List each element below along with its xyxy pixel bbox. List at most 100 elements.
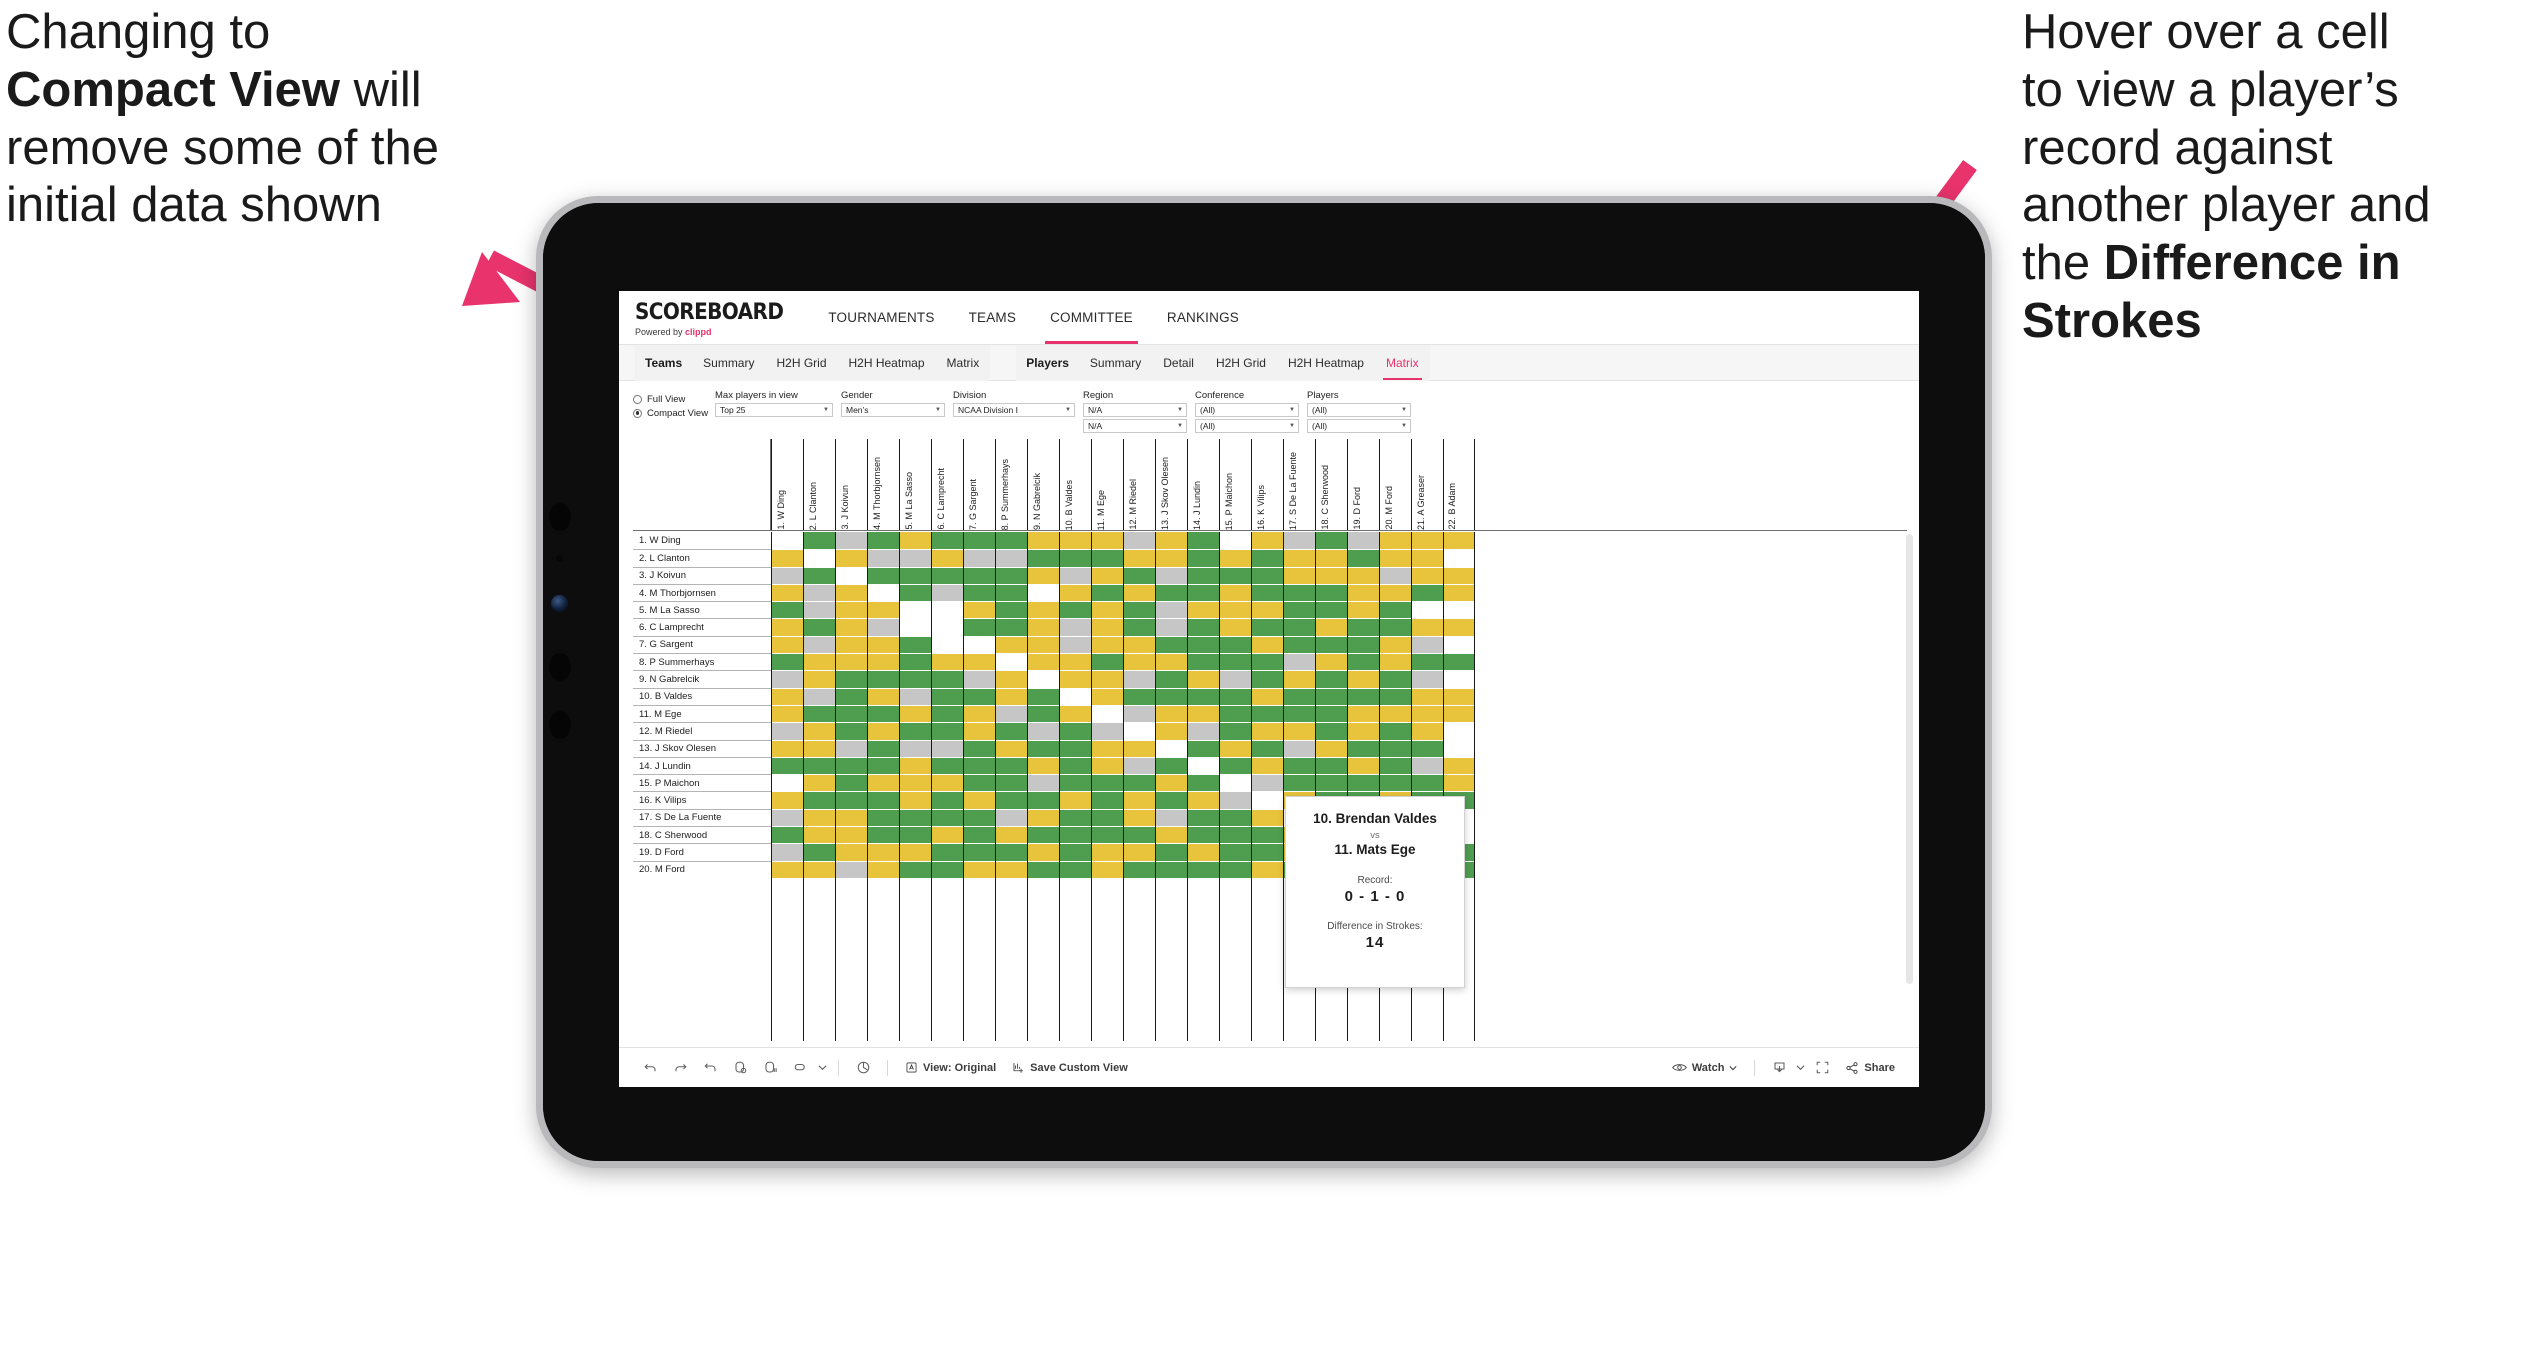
select-division[interactable]: NCAA Division I ▼	[953, 403, 1075, 417]
matrix-cell[interactable]	[1284, 618, 1315, 636]
matrix-cell[interactable]	[1412, 583, 1443, 602]
matrix-cell[interactable]	[772, 826, 803, 844]
matrix-cell[interactable]	[1316, 687, 1347, 705]
matrix-cell[interactable]	[1220, 566, 1251, 584]
matrix-cell[interactable]	[804, 843, 835, 861]
matrix-cell[interactable]	[804, 687, 835, 705]
select-region-2[interactable]: N/A ▼	[1083, 419, 1187, 433]
matrix-cell[interactable]	[1124, 739, 1155, 757]
matrix-cell[interactable]	[772, 687, 803, 705]
matrix-cell[interactable]	[900, 601, 931, 619]
matrix-cell[interactable]	[868, 566, 899, 584]
matrix-cell[interactable]	[996, 549, 1027, 567]
matrix-cell[interactable]	[932, 704, 963, 723]
matrix-cell[interactable]	[1252, 653, 1283, 671]
matrix-cell[interactable]	[1156, 860, 1187, 878]
matrix-cell[interactable]	[1156, 670, 1187, 688]
matrix-cell[interactable]	[1444, 722, 1474, 740]
matrix-cell[interactable]	[1284, 722, 1315, 740]
matrix-cell[interactable]	[1156, 756, 1187, 775]
matrix-cell[interactable]	[1028, 843, 1059, 861]
matrix-cell[interactable]	[1380, 532, 1411, 550]
matrix-cell[interactable]	[1124, 704, 1155, 723]
matrix-cell[interactable]	[1412, 687, 1443, 705]
matrix-cell[interactable]	[964, 860, 995, 878]
matrix-cell[interactable]	[1444, 704, 1474, 723]
matrix-cell[interactable]	[868, 635, 899, 654]
matrix-cell[interactable]	[836, 601, 867, 619]
matrix-cell[interactable]	[932, 791, 963, 809]
matrix-cell[interactable]	[868, 791, 899, 809]
matrix-cell[interactable]	[1284, 635, 1315, 654]
matrix-cell[interactable]	[900, 566, 931, 584]
matrix-cell[interactable]	[1124, 532, 1155, 550]
matrix-cell[interactable]	[772, 860, 803, 878]
matrix-cell[interactable]	[804, 653, 835, 671]
matrix-cell[interactable]	[1220, 532, 1251, 550]
matrix-cell[interactable]	[1188, 826, 1219, 844]
matrix-cell[interactable]	[1412, 722, 1443, 740]
matrix-cell[interactable]	[1092, 549, 1123, 567]
matrix-cell[interactable]	[1188, 670, 1219, 688]
matrix-cell[interactable]	[996, 808, 1027, 827]
matrix-cell[interactable]	[1124, 549, 1155, 567]
matrix-cell[interactable]	[1348, 583, 1379, 602]
matrix-cell[interactable]	[1124, 756, 1155, 775]
matrix-cell[interactable]	[836, 739, 867, 757]
subnav-players-detail[interactable]: Detail	[1152, 356, 1205, 370]
matrix-cell[interactable]	[1124, 566, 1155, 584]
matrix-cell[interactable]	[1444, 756, 1474, 775]
matrix-cell[interactable]	[1124, 826, 1155, 844]
matrix-cell[interactable]	[1188, 601, 1219, 619]
matrix-cell[interactable]	[1028, 826, 1059, 844]
matrix-cell[interactable]	[1092, 791, 1123, 809]
matrix-cell[interactable]	[1028, 791, 1059, 809]
matrix-cell[interactable]	[1156, 601, 1187, 619]
matrix-cell[interactable]	[932, 532, 963, 550]
matrix-cell[interactable]	[1252, 670, 1283, 688]
matrix-cell[interactable]	[1188, 549, 1219, 567]
matrix-cell[interactable]	[932, 601, 963, 619]
matrix-cell[interactable]	[964, 722, 995, 740]
matrix-cell[interactable]	[1316, 704, 1347, 723]
pause-icon[interactable]	[755, 1053, 785, 1083]
matrix-cell[interactable]	[1092, 670, 1123, 688]
matrix-cell[interactable]	[932, 722, 963, 740]
matrix-cell[interactable]	[1252, 704, 1283, 723]
matrix-cell[interactable]	[1316, 618, 1347, 636]
matrix-cell[interactable]	[1028, 618, 1059, 636]
vertical-scrollbar[interactable]	[1906, 534, 1913, 984]
matrix-cell[interactable]	[900, 653, 931, 671]
matrix-cell[interactable]	[900, 549, 931, 567]
matrix-cell[interactable]	[1188, 687, 1219, 705]
revert-icon[interactable]	[695, 1053, 725, 1083]
matrix-cell[interactable]	[1028, 670, 1059, 688]
matrix-cell[interactable]	[1060, 722, 1091, 740]
matrix-cell[interactable]	[1188, 722, 1219, 740]
matrix-cell[interactable]	[1220, 704, 1251, 723]
matrix-cell[interactable]	[1156, 549, 1187, 567]
matrix-cell[interactable]	[996, 653, 1027, 671]
matrix-cell[interactable]	[900, 774, 931, 792]
matrix-cell[interactable]	[1284, 739, 1315, 757]
matrix-cell[interactable]	[1028, 774, 1059, 792]
help-icon[interactable]	[848, 1053, 878, 1083]
matrix-cell[interactable]	[1124, 843, 1155, 861]
select-gender[interactable]: Men’s ▼	[841, 403, 945, 417]
matrix-cell[interactable]	[1380, 583, 1411, 602]
matrix-cell[interactable]	[1092, 756, 1123, 775]
matrix-cell[interactable]	[1316, 635, 1347, 654]
matrix-cell[interactable]	[1284, 549, 1315, 567]
matrix-cell[interactable]	[1284, 687, 1315, 705]
matrix-cell[interactable]	[996, 670, 1027, 688]
matrix-cell[interactable]	[900, 704, 931, 723]
matrix-cell[interactable]	[1444, 601, 1474, 619]
matrix-cell[interactable]	[1380, 739, 1411, 757]
matrix-cell[interactable]	[964, 826, 995, 844]
matrix-cell[interactable]	[1220, 549, 1251, 567]
matrix-cell[interactable]	[1284, 670, 1315, 688]
matrix-cell[interactable]	[964, 774, 995, 792]
matrix-cell[interactable]	[1028, 549, 1059, 567]
matrix-cell[interactable]	[932, 583, 963, 602]
matrix-cell[interactable]	[836, 756, 867, 775]
